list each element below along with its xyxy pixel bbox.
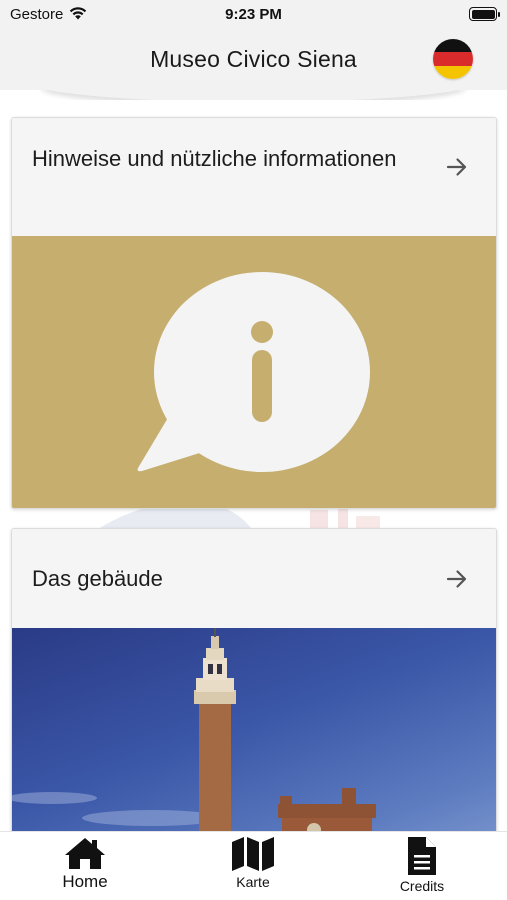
document-icon xyxy=(408,837,436,875)
palazzo-pubblico-photo xyxy=(12,628,496,831)
flag-stripe-gold xyxy=(433,65,473,79)
tab-credits-label: Credits xyxy=(399,878,445,894)
content-scroll[interactable]: Hinweise und nützliche informationen Das… xyxy=(0,100,507,831)
tab-map-label: Karte xyxy=(236,874,270,890)
flag-stripe-black xyxy=(433,39,473,53)
info-speech-bubble-icon xyxy=(137,272,370,472)
status-bar: Gestore 9:23 PM xyxy=(0,0,507,28)
tab-home-label: Home xyxy=(62,872,108,891)
tab-map[interactable]: Karte xyxy=(193,836,313,890)
tab-credits[interactable]: Credits xyxy=(362,836,482,894)
info-card-title: Hinweise und nützliche informationen xyxy=(32,146,397,171)
arrow-right-icon[interactable] xyxy=(446,157,468,177)
arrow-right-icon[interactable] xyxy=(446,569,468,589)
battery-icon xyxy=(469,7,500,21)
tab-bar: Home Karte Credits xyxy=(0,831,507,900)
building-card-header[interactable]: Das gebäude xyxy=(12,529,496,628)
info-card-image xyxy=(12,236,496,508)
building-card-title: Das gebäude xyxy=(32,566,163,591)
info-card[interactable]: Hinweise und nützliche informationen xyxy=(11,117,497,509)
map-icon xyxy=(232,837,274,871)
info-card-header[interactable]: Hinweise und nützliche informationen xyxy=(12,118,496,236)
tower-illustration xyxy=(12,628,376,831)
german-flag-icon[interactable] xyxy=(433,39,473,79)
home-icon xyxy=(65,838,105,869)
flag-stripe-red xyxy=(433,52,473,66)
app-header: Museo Civico Siena xyxy=(0,28,507,90)
page-title: Museo Civico Siena xyxy=(150,46,357,72)
building-card[interactable]: Das gebäude xyxy=(11,528,497,831)
clock-time: 9:23 PM xyxy=(225,6,282,23)
tab-home[interactable]: Home xyxy=(25,836,145,892)
